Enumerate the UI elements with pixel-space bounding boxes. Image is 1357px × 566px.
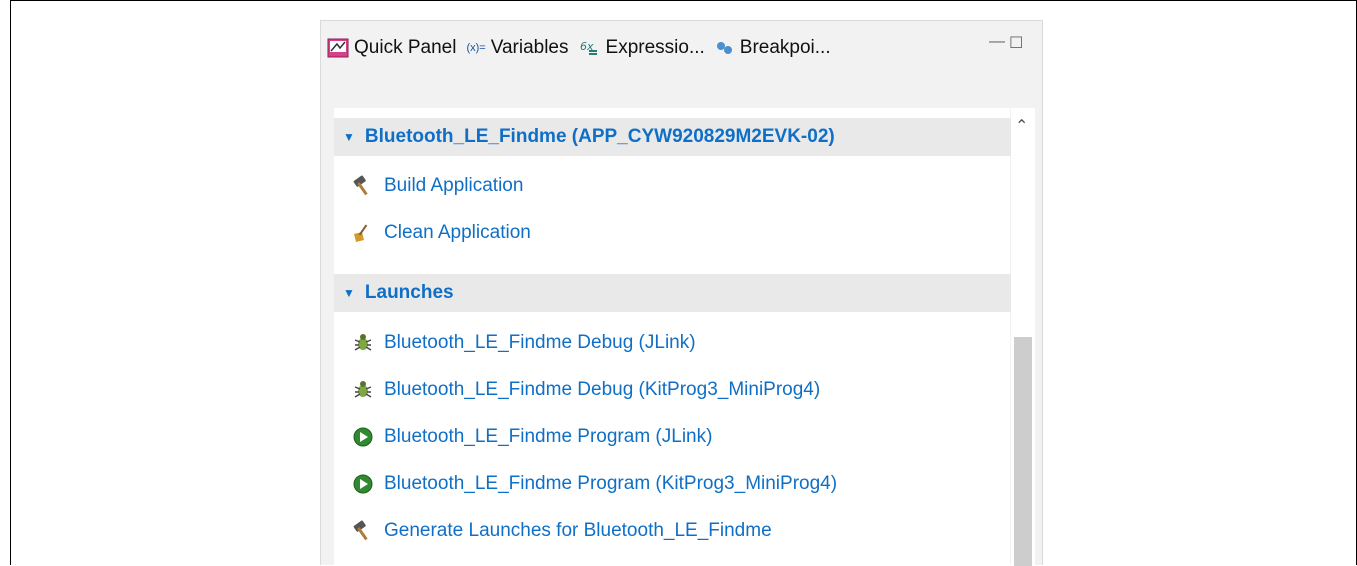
quick-panel-view: Quick Panel (x)= Variables 6x Expressio.… xyxy=(320,20,1043,566)
tab-label: Breakpoi... xyxy=(739,37,831,58)
launch-label: Bluetooth_LE_Findme Program (JLink) xyxy=(384,426,713,447)
launch-label: Bluetooth_LE_Findme Program (KitProg3_Mi… xyxy=(384,473,838,494)
action-build-application[interactable]: Build Application xyxy=(352,175,523,197)
quick-panel-icon xyxy=(327,38,349,58)
triangle-down-icon: ▼ xyxy=(343,286,355,300)
debug-bug-icon xyxy=(352,379,374,401)
action-label: Build Application xyxy=(384,175,524,196)
variables-icon: (x)= xyxy=(466,42,486,54)
section-title: Bluetooth_LE_Findme (APP_CYW920829M2EVK-… xyxy=(364,126,835,147)
run-play-icon xyxy=(352,473,374,495)
tab-label: Quick Panel xyxy=(354,37,457,58)
action-label: Clean Application xyxy=(384,222,531,243)
run-play-icon xyxy=(352,426,374,448)
action-label: Generate Launches for Bluetooth_LE_Findm… xyxy=(384,520,772,541)
section-header-launches[interactable]: ▼ Launches xyxy=(334,274,1013,312)
section-header-application[interactable]: ▼ Bluetooth_LE_Findme (APP_CYW920829M2EV… xyxy=(334,118,1013,156)
section-title: Launches xyxy=(364,282,454,303)
breakpoints-icon xyxy=(715,39,735,57)
action-clean-application[interactable]: Clean Application xyxy=(352,222,531,244)
triangle-down-icon: ▼ xyxy=(343,130,355,144)
tab-label: Expressio... xyxy=(605,37,705,58)
debug-bug-icon xyxy=(352,332,374,354)
launch-program-kitprog3[interactable]: Bluetooth_LE_Findme Program (KitProg3_Mi… xyxy=(352,473,837,495)
vertical-scrollbar[interactable]: ⌃ xyxy=(1011,108,1035,566)
view-tabbar: Quick Panel (x)= Variables 6x Expressio.… xyxy=(321,21,1042,77)
hammer-icon xyxy=(352,175,374,197)
action-generate-launches[interactable]: Generate Launches for Bluetooth_LE_Findm… xyxy=(352,520,772,542)
broom-icon xyxy=(352,222,374,244)
tab-breakpoints[interactable]: Breakpoi... xyxy=(715,34,831,62)
launch-debug-kitprog3[interactable]: Bluetooth_LE_Findme Debug (KitProg3_Mini… xyxy=(352,379,820,401)
quick-panel-content: ▼ Bluetooth_LE_Findme (APP_CYW920829M2EV… xyxy=(334,108,1013,566)
tab-label: Variables xyxy=(490,37,569,58)
chevron-up-icon[interactable]: ⌃ xyxy=(1015,116,1028,136)
tab-quick-panel[interactable]: Quick Panel xyxy=(327,34,456,62)
tab-variables[interactable]: (x)= Variables xyxy=(466,34,568,62)
expressions-icon: 6x xyxy=(579,38,601,58)
minimize-icon[interactable]: — xyxy=(989,33,1005,51)
launch-label: Bluetooth_LE_Findme Debug (KitProg3_Mini… xyxy=(384,379,821,400)
launch-debug-jlink[interactable]: Bluetooth_LE_Findme Debug (JLink) xyxy=(352,332,696,354)
launch-program-jlink[interactable]: Bluetooth_LE_Findme Program (JLink) xyxy=(352,426,712,448)
maximize-icon[interactable]: ☐ xyxy=(1009,33,1023,53)
scrollbar-thumb[interactable] xyxy=(1014,337,1032,566)
launch-label: Bluetooth_LE_Findme Debug (JLink) xyxy=(384,332,696,353)
hammer-icon xyxy=(352,520,374,542)
tab-expressions[interactable]: 6x Expressio... xyxy=(579,34,705,62)
